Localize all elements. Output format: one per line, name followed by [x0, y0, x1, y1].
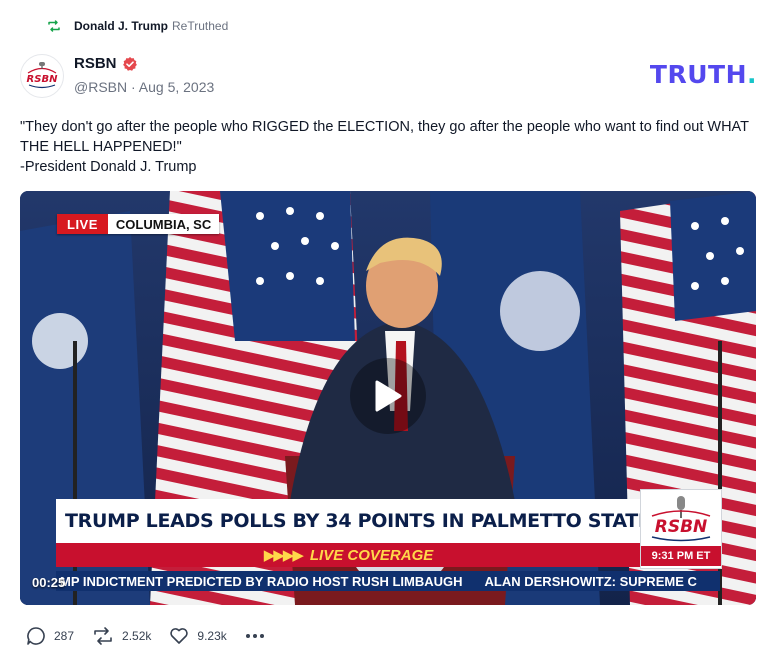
post-actions: 287 2.52k 9.23k [26, 626, 291, 646]
rsbn-logo: RSBN [644, 490, 718, 546]
live-coverage-bar: ▶▶▶▶ LIVE COVERAGE [56, 543, 641, 567]
verified-badge-icon [122, 56, 137, 71]
truth-logo[interactable]: TRUTH. [650, 60, 757, 89]
svg-text:RSBN: RSBN [27, 74, 59, 85]
truth-logo-text: TRUTH [649, 60, 747, 89]
heart-icon [170, 628, 189, 644]
location-label: COLUMBIA, SC [107, 214, 220, 234]
reply-count: 287 [54, 629, 75, 643]
ticker-item: ALAN DERSHOWITZ: SUPREME C [484, 573, 697, 589]
retruth-user[interactable]: Donald J. Trump [74, 19, 168, 33]
rsbn-avatar-logo: RSBN [24, 58, 60, 94]
retruth-button[interactable]: 2.52k [92, 626, 151, 646]
rsbn-broadcast-logo: RSBN 9:31 PM ET [640, 489, 722, 569]
coverage-label: LIVE COVERAGE [309, 546, 434, 564]
lower-third: TRUMP LEADS POLLS BY 34 POINTS IN PALMET… [56, 499, 651, 567]
video-timestamp: 00:25 [32, 575, 66, 590]
truth-logo-dot: . [747, 60, 757, 89]
rsbn-logo-mark: RSBN [651, 496, 711, 542]
author-name[interactable]: RSBN [74, 55, 138, 72]
reply-icon [27, 627, 45, 645]
retruth-header: Donald J. Trump ReTruthed [46, 18, 228, 34]
news-ticker: MP INDICTMENT PREDICTED BY RADIO HOST RU… [56, 571, 720, 591]
post-text: "They don't go after the people who RIGG… [20, 119, 749, 175]
live-label: LIVE [57, 214, 108, 234]
video-headline: TRUMP LEADS POLLS BY 34 POINTS IN PALMET… [56, 499, 651, 543]
play-icon [375, 380, 402, 412]
more-icon [245, 634, 264, 638]
rsbn-logo-text: RSBN [655, 517, 708, 537]
live-tag: LIVE COLUMBIA, SC [57, 214, 220, 234]
like-count: 9.23k [197, 629, 227, 643]
more-button[interactable] [245, 633, 273, 639]
retruth-icon [94, 627, 112, 645]
author-name-text[interactable]: RSBN [74, 55, 117, 72]
video-player[interactable]: LIVE COLUMBIA, SC TRUMP LEADS POLLS BY 3… [20, 191, 756, 605]
broadcast-time: 9:31 PM ET [641, 546, 721, 566]
retruth-icon [48, 20, 60, 32]
avatar[interactable]: RSBN [20, 54, 64, 98]
retruth-action: ReTruthed [172, 19, 229, 33]
retruth-count: 2.52k [122, 629, 152, 643]
reply-button[interactable]: 287 [26, 626, 74, 646]
ticker-item: MP INDICTMENT PREDICTED BY RADIO HOST RU… [60, 573, 463, 589]
play-button[interactable] [350, 358, 426, 434]
author-handle-date[interactable]: @RSBN · Aug 5, 2023 [74, 79, 214, 95]
like-button[interactable]: 9.23k [169, 626, 227, 646]
coverage-arrows: ▶▶▶▶ [263, 547, 304, 564]
